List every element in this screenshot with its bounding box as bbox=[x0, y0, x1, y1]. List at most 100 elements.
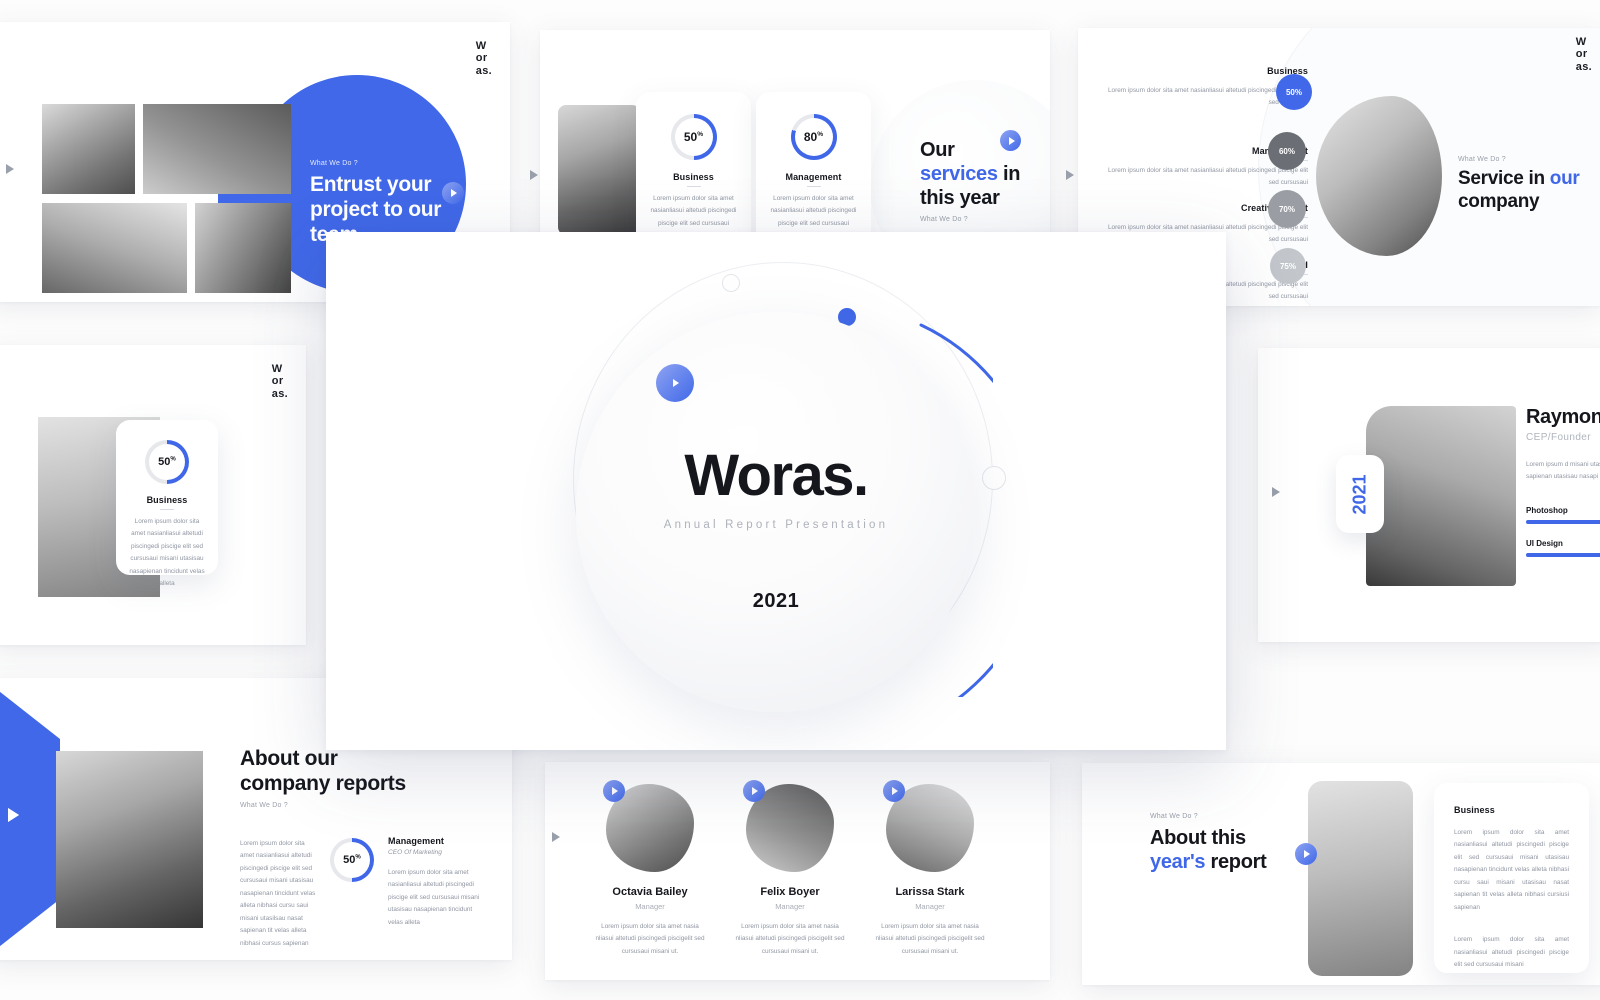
year-tab-label: 2021 bbox=[1349, 473, 1370, 515]
card-title: Business bbox=[146, 495, 188, 505]
slide-our-services[interactable]: 50% Business Lorem ipsum dolor sita amet… bbox=[540, 30, 1050, 255]
divider bbox=[686, 186, 701, 187]
prev-slide-arrow-2[interactable] bbox=[530, 170, 538, 180]
skill-bar-ui-design bbox=[1526, 552, 1600, 557]
donut-chart-management: 50% bbox=[330, 838, 374, 882]
photo-man-standing bbox=[1366, 406, 1516, 586]
person-title: Management bbox=[388, 836, 445, 846]
slide-title-line1: About this bbox=[1150, 827, 1246, 849]
stat-card-management[interactable]: 80% Management Lorem ipsum dolor sita am… bbox=[756, 92, 871, 252]
team-member-role: Manager bbox=[635, 902, 665, 911]
slide-title-line2: company reports bbox=[240, 772, 406, 796]
play-bubble-icon[interactable] bbox=[743, 780, 765, 802]
hero-subtitle: Annual Report Presentation bbox=[663, 519, 889, 531]
prev-slide-arrow-7[interactable] bbox=[552, 832, 560, 842]
prev-slide-arrow-1[interactable] bbox=[6, 164, 14, 174]
slide-title-part2: in bbox=[1002, 163, 1021, 185]
prev-slide-arrow-5[interactable] bbox=[1272, 487, 1280, 497]
stat-row-label: Business bbox=[1267, 66, 1308, 76]
stat-card-business[interactable]: 50% Business Lorem ipsum dolor sita amet… bbox=[636, 92, 751, 252]
business-info-card[interactable]: 50% Business Lorem ipsum dolor sita amet… bbox=[116, 420, 218, 587]
presentation-mockup-canvas: What We Do ? Entrust your project to our… bbox=[0, 0, 1600, 1000]
photo-woman-on-phone bbox=[42, 104, 135, 194]
team-member-card[interactable]: Octavia Bailey Manager Lorem ipsum dolor… bbox=[585, 780, 715, 958]
team-member-bio: Lorem ipsum dolor sita amet nasia nliasu… bbox=[595, 923, 705, 955]
prev-slide-arrow-3[interactable] bbox=[1066, 170, 1074, 180]
eyebrow-label: What We Do ? bbox=[240, 802, 288, 810]
card-text: Lorem ipsum dolor sita amet nasianliasui… bbox=[129, 518, 205, 588]
slide-title-line1: Our bbox=[920, 139, 955, 161]
percent-badge-brand: 75% bbox=[1270, 248, 1306, 284]
stat-card-title: Business bbox=[673, 172, 714, 182]
hero-year: 2021 bbox=[752, 590, 800, 612]
slide-title-accent: services bbox=[920, 163, 998, 185]
donut-suffix: % bbox=[697, 131, 704, 138]
brand-logo: Wor as. bbox=[1575, 36, 1592, 73]
donut-chart-business: 50% bbox=[145, 440, 189, 484]
percent-badge-creative-result: 70% bbox=[1268, 190, 1306, 228]
slide-our-team[interactable]: Octavia Bailey Manager Lorem ipsum dolor… bbox=[545, 762, 1050, 980]
slide-team-profile[interactable]: 2021 Raymond CEP/Founder Lorem ipsum d m… bbox=[1258, 348, 1600, 642]
donut-value: 50 bbox=[158, 456, 171, 468]
eyebrow-label: What We Do ? bbox=[310, 160, 358, 167]
prev-slide-arrow-6[interactable] bbox=[8, 808, 19, 822]
slide-title-line2: company bbox=[1458, 190, 1540, 212]
photo-empty-office bbox=[1308, 781, 1413, 976]
ring-node-top bbox=[722, 274, 740, 292]
play-bubble-icon[interactable] bbox=[1295, 843, 1317, 865]
eyebrow-label: What We Do ? bbox=[1150, 813, 1198, 820]
team-member-name: Octavia Bailey bbox=[612, 886, 688, 898]
profile-bio: Lorem ipsum d misani utasisau nasat sapi… bbox=[1526, 461, 1600, 481]
photo-team-meeting bbox=[143, 104, 291, 194]
profile-name: Raymond bbox=[1526, 406, 1600, 428]
team-member-bio: Lorem ipsum dolor sita amet nasia nliasu… bbox=[875, 923, 985, 955]
donut-suffix: % bbox=[817, 131, 824, 138]
stat-card-title: Management bbox=[785, 172, 842, 182]
eyebrow-label: What We Do ? bbox=[920, 216, 968, 223]
play-bubble-icon[interactable] bbox=[1000, 130, 1021, 151]
stat-row-text: Lorem ipsum dolor sita amet nasianliasui… bbox=[1108, 167, 1308, 187]
team-member-card[interactable]: Larissa Stark Manager Lorem ipsum dolor … bbox=[865, 780, 995, 958]
slide-about-year-report[interactable]: What We Do ? About this year's report Bu… bbox=[1082, 763, 1600, 985]
person-role: CEO Of Marketing bbox=[388, 849, 442, 856]
year-tab-card: 2021 bbox=[1336, 455, 1384, 533]
donut-suffix: % bbox=[170, 456, 176, 463]
donut-value: 50 bbox=[683, 130, 698, 144]
donut-value: 50 bbox=[343, 854, 356, 866]
play-bubble-icon[interactable] bbox=[442, 182, 464, 204]
photo-office-discussion bbox=[56, 751, 203, 928]
slide-title-part2: report bbox=[1210, 851, 1267, 873]
team-member-role: Manager bbox=[775, 902, 805, 911]
skill-bar-photoshop bbox=[1526, 519, 1600, 524]
team-member-card[interactable]: Felix Boyer Manager Lorem ipsum dolor si… bbox=[725, 780, 855, 958]
team-member-name: Felix Boyer bbox=[760, 886, 820, 898]
photo-woman-working-laptop bbox=[558, 105, 640, 235]
about-left-paragraph: Lorem ipsum dolor sita amet nasianliasui… bbox=[240, 840, 316, 947]
card-title: Business bbox=[1454, 805, 1495, 815]
business-text-card[interactable]: Business Lorem ipsum dolor sita amet nas… bbox=[1434, 783, 1589, 973]
brand-logo: Wor as. bbox=[271, 363, 288, 400]
slide-title-accent: our bbox=[1549, 168, 1580, 189]
about-right-paragraph: Lorem ipsum dolor sita amet nasianliasui… bbox=[388, 869, 480, 926]
slide-title-part1: Service in bbox=[1458, 168, 1545, 189]
donut-chart-business: 50% bbox=[670, 114, 717, 160]
team-member-name: Larissa Stark bbox=[895, 886, 965, 898]
skill-label-ui-design: UI Design bbox=[1526, 538, 1563, 548]
slide-title-line1: Entrust your bbox=[310, 173, 432, 196]
percent-badge-management: 60% bbox=[1268, 132, 1306, 170]
play-bubble-icon[interactable] bbox=[656, 364, 694, 402]
slide-business-highlight[interactable]: 50% Business Lorem ipsum dolor sita amet… bbox=[0, 345, 306, 645]
percent-badge-business: 50% bbox=[1276, 74, 1312, 110]
hero-title: Woras. bbox=[684, 443, 869, 508]
photo-conference-table bbox=[42, 203, 187, 293]
donut-chart-management: 80% bbox=[790, 114, 837, 160]
play-bubble-icon[interactable] bbox=[883, 780, 905, 802]
slide-title-line2: project to our bbox=[310, 198, 442, 222]
play-bubble-icon[interactable] bbox=[603, 780, 625, 802]
slide-cover-hero[interactable]: Woras. Annual Report Presentation 2021 bbox=[326, 232, 1226, 750]
brand-logo: Wor as. bbox=[475, 40, 492, 77]
team-member-role: Manager bbox=[915, 902, 945, 911]
card-paragraph-2: Lorem ipsum dolor sita amet nasianliasui… bbox=[1454, 936, 1569, 969]
slide-title-accent: year's bbox=[1150, 851, 1206, 873]
slide-title-line2: this year bbox=[920, 187, 1000, 209]
